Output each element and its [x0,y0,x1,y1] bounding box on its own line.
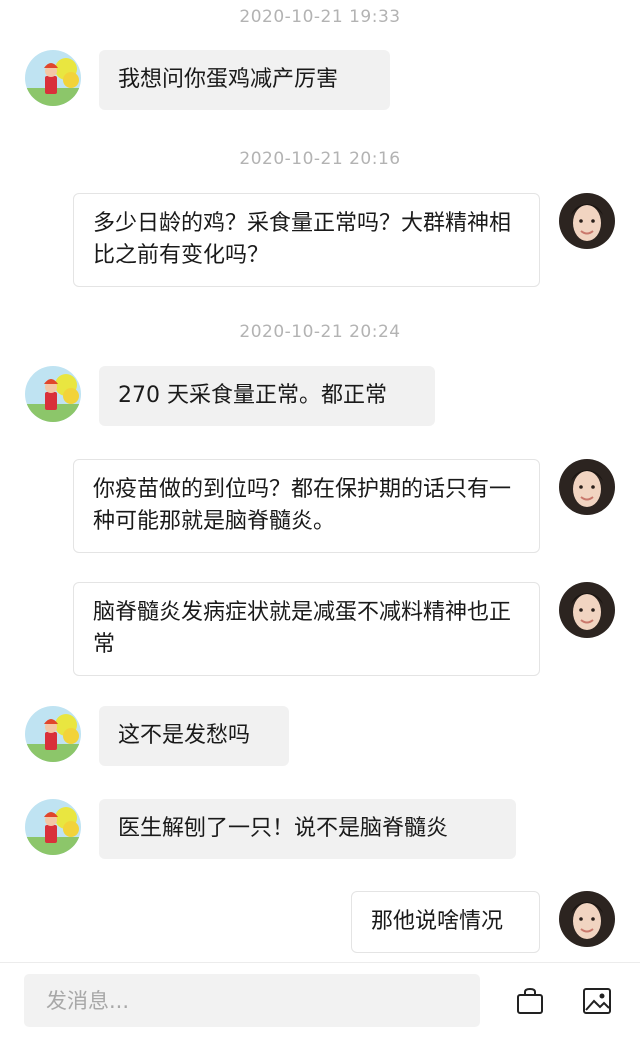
customer-avatar[interactable] [25,50,81,106]
message-timestamp: 2020-10-21 20:24 [239,322,401,342]
customer-avatar[interactable] [25,366,81,422]
message-bubble[interactable]: 医生解刨了一只！说不是脑脊髓炎 [99,799,516,859]
vet-avatar[interactable] [559,891,615,947]
message-bubble[interactable]: 你疫苗做的到位吗？都在保护期的话只有一种可能那就是脑脊髓炎。 [73,459,540,553]
vet-avatar[interactable] [559,582,615,638]
message-timestamp: 2020-10-21 19:33 [239,7,401,27]
message-input[interactable] [24,974,480,1027]
vet-avatar[interactable] [559,459,615,515]
message-bubble[interactable]: 这不是发愁吗 [99,706,289,766]
vet-avatar[interactable] [559,193,615,249]
message-bubble[interactable]: 多少日龄的鸡？采食量正常吗？大群精神相比之前有变化吗？ [73,193,540,287]
message-timestamp: 2020-10-21 20:16 [239,149,401,169]
customer-avatar[interactable] [25,799,81,855]
message-bubble[interactable]: 我想问你蛋鸡减产厉害 [99,50,390,110]
message-bubble[interactable]: 脑脊髓炎发病症状就是减蛋不减料精神也正常 [73,582,540,676]
message-composer [0,962,640,1039]
message-bubble[interactable]: 270 天采食量正常。都正常 [99,366,435,426]
shopping-bag-icon[interactable] [515,986,545,1016]
message-bubble[interactable]: 那他说啥情况 [351,891,540,953]
image-icon[interactable] [582,986,612,1016]
customer-avatar[interactable] [25,706,81,762]
